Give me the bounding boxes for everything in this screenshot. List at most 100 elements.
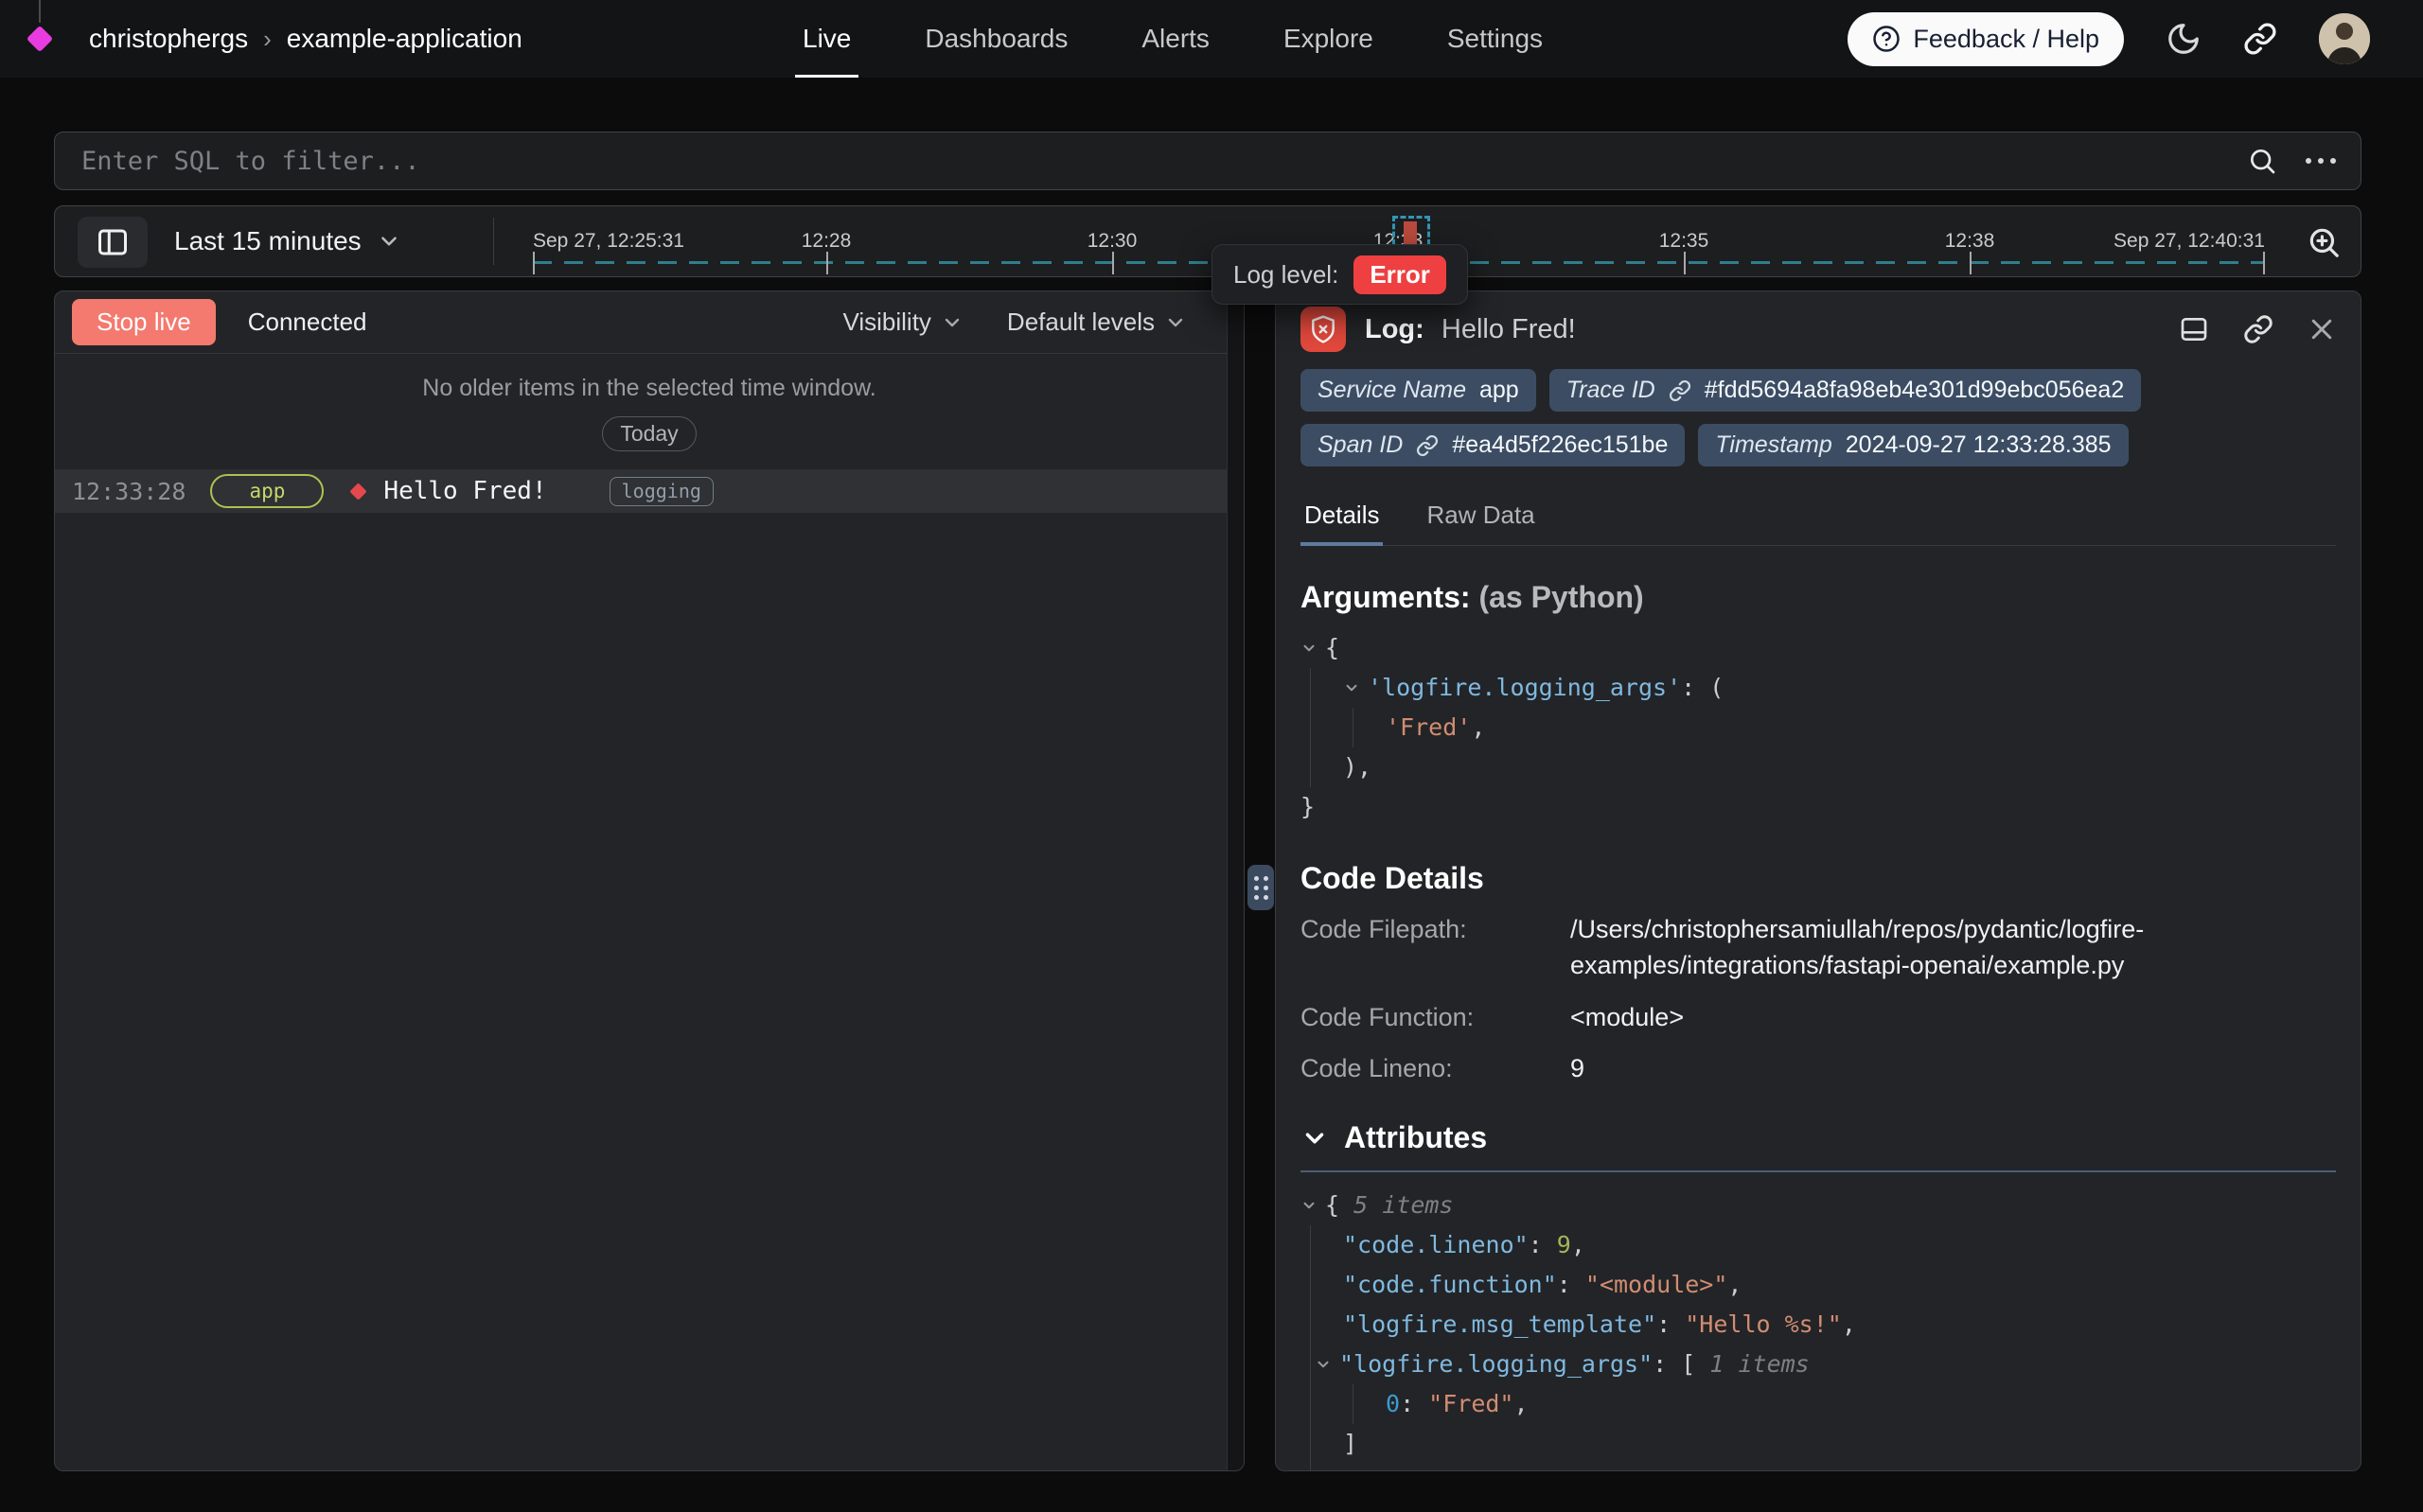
code-token: "code.filepath" — [1343, 1464, 1557, 1471]
tab-details[interactable]: Details — [1300, 489, 1383, 545]
collapse-chevron-icon[interactable] — [1300, 1124, 1329, 1152]
scrollbar-track[interactable] — [1227, 291, 1244, 1470]
log-row[interactable]: 12:33:28 app Hello Fred! logging — [55, 469, 1244, 513]
code-token: "<module>" — [1585, 1265, 1728, 1305]
top-nav: christophergs › example-application Live… — [0, 0, 2423, 78]
time-range-selector[interactable]: Last 15 minutes — [174, 206, 401, 276]
code-token: 0 — [1386, 1384, 1400, 1424]
code-token: "logfire.logging_args" — [1339, 1345, 1653, 1384]
code-token: "code.function" — [1343, 1265, 1557, 1305]
tag-label: Timestamp — [1715, 431, 1831, 459]
collapse-chevron-icon[interactable] — [1300, 1197, 1318, 1214]
tick-mark — [533, 252, 535, 274]
kv-label: Code Lineno: — [1300, 1050, 1570, 1086]
arguments-heading: Arguments: (as Python) — [1300, 580, 2336, 615]
divider — [493, 218, 494, 265]
breadcrumb-project[interactable]: example-application — [287, 24, 522, 54]
collapse-chevron-icon[interactable] — [1315, 1356, 1332, 1373]
log-details-panel: Log: Hello Fred! Service Name app — [1275, 290, 2361, 1471]
dark-mode-moon-icon[interactable] — [2166, 21, 2202, 57]
error-shield-icon — [1300, 307, 1346, 352]
default-levels-dropdown[interactable]: Default levels — [1007, 308, 1187, 337]
kv-value: <module> — [1570, 999, 2327, 1035]
tick-mark — [2263, 252, 2265, 274]
tag-value: app — [1479, 377, 1519, 404]
live-panel-header: Stop live Connected Visibility Default l… — [55, 291, 1244, 354]
logfire-logo-icon[interactable] — [27, 26, 53, 52]
time-range-label: Last 15 minutes — [174, 226, 362, 256]
code-token: : ( — [1681, 668, 1724, 708]
trace-id-tag[interactable]: Trace ID #fdd5694a8fa98eb4e301d99ebc056e… — [1549, 369, 2142, 412]
error-level-badge: Error — [1353, 255, 1446, 294]
collapse-chevron-icon[interactable] — [1343, 679, 1360, 696]
search-icon[interactable] — [2247, 146, 2277, 176]
empty-state: No older items in the selected time wind… — [55, 354, 1244, 469]
tag-label: Span ID — [1318, 431, 1403, 459]
code-token: : — [1400, 1384, 1428, 1424]
tag-value: #fdd5694a8fa98eb4e301d99ebc056ea2 — [1705, 377, 2125, 404]
service-name-tag[interactable]: Service Name app — [1300, 369, 1536, 412]
breadcrumb: christophergs › example-application — [89, 0, 522, 78]
more-options-icon[interactable] — [2306, 158, 2336, 164]
zoom-in-button[interactable] — [2300, 219, 2347, 266]
link-icon — [1416, 434, 1439, 457]
span-id-tag[interactable]: Span ID #ea4d5f226ec151be — [1300, 424, 1685, 466]
nav-tab-dashboards[interactable]: Dashboards — [925, 0, 1068, 78]
code-token: : [ — [1653, 1345, 1709, 1384]
nav-tab-explore[interactable]: Explore — [1283, 0, 1373, 78]
panel-resize-handle[interactable] — [1247, 865, 1274, 910]
feedback-help-label: Feedback / Help — [1913, 25, 2099, 54]
sql-filter-bar — [54, 132, 2361, 190]
question-circle-icon — [1872, 25, 1901, 53]
code-token: } — [1300, 787, 1315, 827]
default-levels-label: Default levels — [1007, 308, 1155, 337]
sidebar-toggle-button[interactable] — [78, 217, 148, 268]
tag-label: Service Name — [1318, 377, 1466, 404]
visibility-dropdown[interactable]: Visibility — [842, 308, 963, 337]
tab-raw-data[interactable]: Raw Data — [1423, 489, 1538, 545]
user-avatar[interactable] — [2319, 13, 2370, 64]
tick-label: Sep 27, 12:40:31 — [2113, 230, 2265, 253]
timestamp-tag[interactable]: Timestamp 2024-09-27 12:33:28.385 — [1698, 424, 2128, 466]
item-count: 5 items — [1353, 1186, 1453, 1225]
code-token: 'logfire.logging_args' — [1368, 668, 1681, 708]
stop-live-button[interactable]: Stop live — [72, 299, 216, 345]
attributes-json-tree: { 5 items "code.lineno": 9, "code.functi… — [1300, 1186, 2336, 1471]
chevron-down-icon — [941, 311, 964, 334]
tag-value: 2024-09-27 12:33:28.385 — [1846, 431, 2112, 459]
live-logs-panel: Stop live Connected Visibility Default l… — [54, 290, 1245, 1471]
today-button[interactable]: Today — [602, 416, 696, 451]
split-view-icon[interactable] — [2179, 314, 2209, 344]
share-link-icon[interactable] — [2243, 22, 2277, 56]
tick-label: 12:38 — [1945, 230, 1995, 253]
divider — [1300, 1170, 2336, 1172]
tick-mark — [826, 252, 828, 274]
sql-filter-input[interactable] — [55, 132, 2247, 189]
log-message: Hello Fred! — [383, 477, 546, 505]
code-token: : — [1557, 1265, 1585, 1305]
details-title-value: Hello Fred! — [1441, 314, 1576, 344]
panel-left-icon — [96, 225, 130, 259]
tick-label: 12:28 — [802, 230, 852, 253]
link-icon — [1669, 379, 1691, 402]
empty-message: No older items in the selected time wind… — [422, 375, 875, 402]
code-token: "/Users/christophersamiullah/repos/pydan… — [1585, 1464, 2336, 1471]
tooltip-label: Log level: — [1233, 260, 1338, 290]
attributes-heading: Attributes — [1300, 1120, 2336, 1155]
close-icon[interactable] — [2308, 315, 2336, 343]
feedback-help-button[interactable]: Feedback / Help — [1848, 12, 2124, 66]
tick-label: 12:35 — [1659, 230, 1709, 253]
arguments-heading-suffix: (as Python) — [1478, 580, 1643, 614]
metadata-tags: Service Name app Trace ID #fdd5694a8fa98… — [1300, 369, 2336, 466]
chevron-down-icon — [1164, 311, 1187, 334]
arguments-heading-label: Arguments: — [1300, 580, 1471, 614]
code-token: , — [1471, 708, 1485, 747]
nav-tab-alerts[interactable]: Alerts — [1141, 0, 1210, 78]
breadcrumb-org[interactable]: christophergs — [89, 24, 248, 54]
collapse-chevron-icon[interactable] — [1300, 640, 1318, 657]
copy-link-icon[interactable] — [2243, 314, 2273, 344]
nav-tab-settings[interactable]: Settings — [1447, 0, 1543, 78]
nav-tab-live[interactable]: Live — [803, 0, 851, 78]
code-token: ), — [1343, 747, 1371, 787]
tag-label: Trace ID — [1566, 377, 1655, 404]
